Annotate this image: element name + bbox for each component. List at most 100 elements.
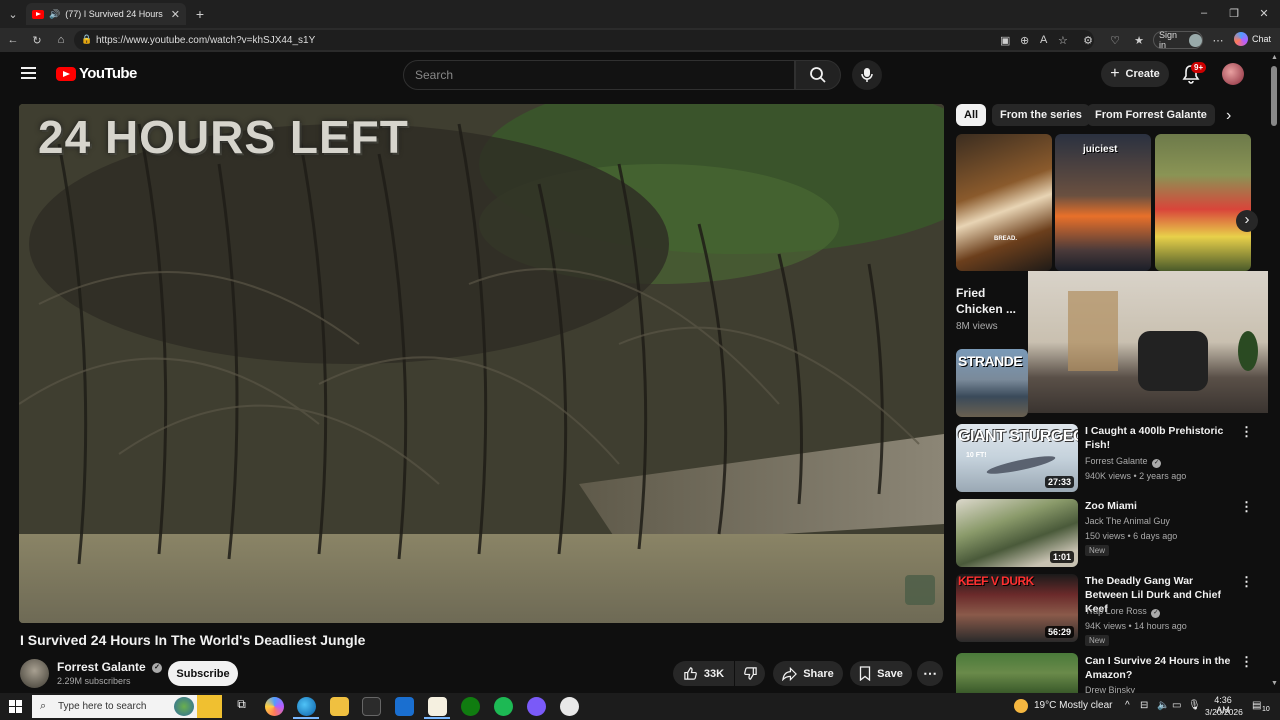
rec-2-title[interactable]: I Caught a 400lb Prehistoric Fish! (1085, 424, 1235, 452)
spotify-icon[interactable] (494, 697, 513, 716)
microphone-tray-icon[interactable]: 🎙 (1188, 700, 1201, 711)
url-field[interactable]: 🔒 https://www.youtube.com/watch?v=khSJX4… (74, 30, 1094, 50)
close-window-icon[interactable]: ✕ (1258, 6, 1270, 20)
xbox-icon[interactable] (461, 697, 480, 716)
volume-icon[interactable]: 🔈 (1157, 700, 1169, 711)
pip-cabinet-shape (1068, 291, 1118, 371)
rec-thumbnail-5[interactable] (956, 653, 1078, 693)
rec-2-more-icon[interactable]: ⋮ (1240, 425, 1253, 439)
voice-search-button[interactable] (852, 60, 882, 90)
search-highlight-icon (174, 697, 194, 716)
copilot-chat-button[interactable]: Chat (1234, 32, 1271, 46)
read-aloud-icon[interactable]: A (1040, 34, 1047, 46)
save-button[interactable]: Save (850, 661, 912, 686)
tab-actions-chevron-icon[interactable]: ⌄ (6, 7, 20, 21)
rec-thumbnail-1[interactable]: STRANDE (956, 349, 1028, 417)
new-tab-icon[interactable]: + (193, 6, 207, 22)
picture-in-picture-window[interactable] (1028, 271, 1280, 413)
microsoft-store-icon[interactable] (362, 697, 381, 716)
short-thumbnail-2[interactable]: juiciest (1055, 134, 1151, 271)
rec-3-channel[interactable]: Jack The Animal Guy (1085, 516, 1170, 526)
rec-4-channel[interactable]: Trap Lore Ross ✓ (1085, 606, 1161, 618)
chip-from-the-series[interactable]: From the series (992, 104, 1090, 126)
discord-icon[interactable] (527, 697, 546, 716)
short-1-title-line2[interactable]: Chicken ... (956, 302, 1016, 316)
taskbar-search-input[interactable]: ⌕ Type here to search (32, 695, 222, 718)
short-thumbnail-3[interactable] (1155, 134, 1251, 271)
rec-3-more-icon[interactable]: ⋮ (1240, 500, 1253, 514)
task-view-icon[interactable]: ⧉ (232, 697, 251, 716)
tray-app-icon[interactable]: ⊟ (1140, 700, 1148, 711)
short-thumbnail-1[interactable]: BREAD. (956, 134, 1052, 271)
clock-date[interactable]: 3/20/2026 (1205, 707, 1243, 717)
channel-avatar[interactable] (20, 659, 49, 688)
chrome-icon[interactable] (560, 697, 579, 716)
notification-center-icon[interactable]: ▤ (1252, 700, 1261, 711)
notification-count-badge: 9+ (1191, 62, 1207, 73)
notification-count: 10 (1262, 706, 1270, 713)
youtube-logo-text[interactable]: YouTube (79, 65, 137, 82)
rec-3-title[interactable]: Zoo Miami (1085, 499, 1235, 513)
rec-5-title[interactable]: Can I Survive 24 Hours in the Amazon? (1085, 654, 1235, 682)
subscribe-button[interactable]: Subscribe (168, 661, 238, 686)
video-player[interactable]: 24 HOURS LEFT (19, 104, 944, 623)
weather-text[interactable]: 19°C Mostly clear (1034, 700, 1112, 711)
sign-in-button[interactable]: Sign in (1153, 30, 1203, 50)
rec-4-more-icon[interactable]: ⋮ (1240, 575, 1253, 589)
extensions-icon[interactable]: ⚙ (1081, 33, 1095, 47)
rec-thumbnail-2[interactable]: GIANT STURGEON 10 FT! 27:33 (956, 424, 1078, 492)
edge-browser-icon[interactable] (297, 697, 316, 716)
rec-thumbnail-4[interactable]: KEEF V DURK 56:29 (956, 574, 1078, 642)
share-button[interactable]: Share (773, 661, 843, 686)
youtube-favicon-icon (32, 9, 44, 19)
favorites-icon[interactable]: ★ (1132, 33, 1146, 47)
close-tab-icon[interactable]: ✕ (171, 8, 180, 21)
file-explorer-icon[interactable] (330, 697, 349, 716)
rec-thumbnail-3[interactable]: 1:01 (956, 499, 1078, 567)
zoom-icon[interactable]: ⊕ (1020, 34, 1029, 47)
mail-icon[interactable] (395, 697, 414, 716)
scroll-down-icon[interactable]: ▼ (1271, 680, 1278, 687)
short-1-title-line1[interactable]: Fried (956, 286, 985, 300)
search-button[interactable] (795, 60, 841, 90)
more-menu-icon[interactable]: ⋯ (1211, 33, 1225, 47)
browser-tab-active[interactable]: 🔊 (77) I Survived 24 Hours In Th... ✕ (26, 3, 186, 25)
account-avatar[interactable] (1222, 63, 1244, 85)
favorite-star-icon[interactable]: ☆ (1058, 34, 1068, 47)
chip-all[interactable]: All (956, 104, 987, 126)
channel-watermark-icon[interactable] (905, 575, 935, 605)
hamburger-menu-icon[interactable] (21, 67, 36, 79)
page-scrollbar[interactable]: ▲ ▼ (1268, 52, 1280, 693)
youtube-logo-icon[interactable] (56, 67, 76, 81)
rec-2-meta: 940K views • 2 years ago (1085, 471, 1187, 481)
restore-icon[interactable]: ❐ (1228, 6, 1240, 20)
rec-5-channel[interactable]: Drew Binsky (1085, 685, 1135, 693)
site-info-icon[interactable]: 🔒 (81, 34, 92, 45)
more-actions-button[interactable]: ⋯ (917, 661, 943, 686)
copilot-taskbar-icon[interactable] (265, 697, 284, 716)
speaker-icon[interactable]: 🔊 (49, 9, 60, 20)
windows-start-icon[interactable] (9, 700, 22, 713)
notepad-icon[interactable] (428, 697, 447, 716)
shorts-next-chevron-icon[interactable]: › (1236, 210, 1258, 232)
scroll-up-icon[interactable]: ▲ (1271, 54, 1278, 61)
chips-next-chevron-icon[interactable]: › (1226, 107, 1240, 124)
rec-2-channel[interactable]: Forrest Galante ✓ (1085, 456, 1162, 468)
chip-from-forrest-galante[interactable]: From Forrest Galante (1087, 104, 1215, 126)
create-button[interactable]: + Create (1101, 61, 1169, 87)
scrollbar-thumb[interactable] (1271, 66, 1277, 126)
like-button[interactable]: 33K (673, 661, 734, 686)
rec-5-more-icon[interactable]: ⋮ (1240, 655, 1253, 669)
channel-name[interactable]: Forrest Galante ✓ (57, 660, 163, 674)
show-hidden-icons-icon[interactable]: ^ (1125, 700, 1130, 711)
search-input[interactable]: Search (403, 60, 795, 90)
minimize-icon[interactable]: – (1198, 6, 1210, 20)
browser-essentials-icon[interactable]: ♡ (1108, 33, 1122, 47)
dislike-button[interactable] (735, 661, 765, 686)
home-icon[interactable]: ⌂ (54, 33, 68, 47)
app-available-icon[interactable]: ▣ (1000, 34, 1010, 47)
back-icon[interactable]: ← (6, 33, 20, 47)
weather-moon-icon[interactable] (1014, 699, 1028, 713)
network-icon[interactable]: ▭ (1172, 700, 1181, 711)
refresh-icon[interactable]: ↻ (30, 33, 44, 47)
